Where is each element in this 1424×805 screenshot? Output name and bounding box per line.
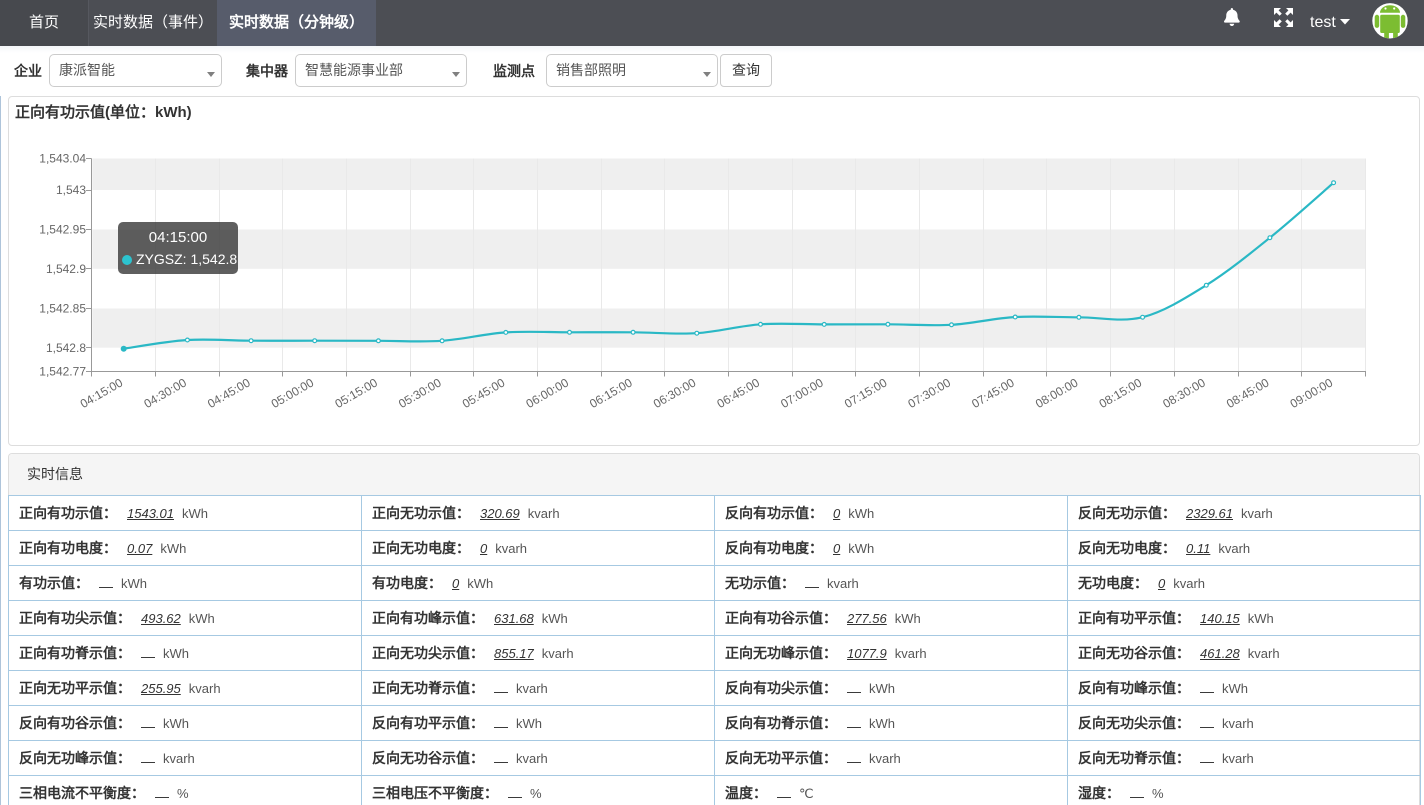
svg-text:07:30:00: 07:30:00 bbox=[906, 375, 954, 411]
svg-text:1,542.8: 1,542.8 bbox=[46, 341, 86, 355]
svg-text:05:00:00: 05:00:00 bbox=[269, 375, 317, 411]
svg-text:06:30:00: 06:30:00 bbox=[651, 375, 699, 411]
svg-text:04:45:00: 04:45:00 bbox=[205, 375, 253, 411]
svg-text:09:00:00: 09:00:00 bbox=[1288, 375, 1336, 411]
svg-text:06:45:00: 06:45:00 bbox=[715, 375, 763, 411]
svg-text:1,543: 1,543 bbox=[56, 183, 86, 197]
svg-text:08:00:00: 08:00:00 bbox=[1033, 375, 1081, 411]
svg-text:06:15:00: 06:15:00 bbox=[587, 375, 635, 411]
svg-text:07:45:00: 07:45:00 bbox=[969, 375, 1017, 411]
svg-text:1,542.77: 1,542.77 bbox=[39, 365, 86, 379]
svg-text:07:00:00: 07:00:00 bbox=[778, 375, 826, 411]
svg-text:05:15:00: 05:15:00 bbox=[332, 375, 380, 411]
svg-text:04:15:00: 04:15:00 bbox=[78, 375, 126, 411]
svg-text:08:30:00: 08:30:00 bbox=[1160, 375, 1208, 411]
svg-text:04:30:00: 04:30:00 bbox=[141, 375, 189, 411]
svg-text:06:00:00: 06:00:00 bbox=[524, 375, 572, 411]
svg-text:1,543.04: 1,543.04 bbox=[39, 152, 86, 166]
svg-text:08:45:00: 08:45:00 bbox=[1224, 375, 1272, 411]
svg-text:1,542.9: 1,542.9 bbox=[46, 262, 86, 276]
svg-text:08:15:00: 08:15:00 bbox=[1097, 375, 1145, 411]
svg-text:07:15:00: 07:15:00 bbox=[842, 375, 890, 411]
svg-text:05:45:00: 05:45:00 bbox=[460, 375, 508, 411]
svg-text:1,542.85: 1,542.85 bbox=[39, 301, 86, 315]
svg-text:05:30:00: 05:30:00 bbox=[396, 375, 444, 411]
svg-text:1,542.95: 1,542.95 bbox=[39, 223, 86, 237]
